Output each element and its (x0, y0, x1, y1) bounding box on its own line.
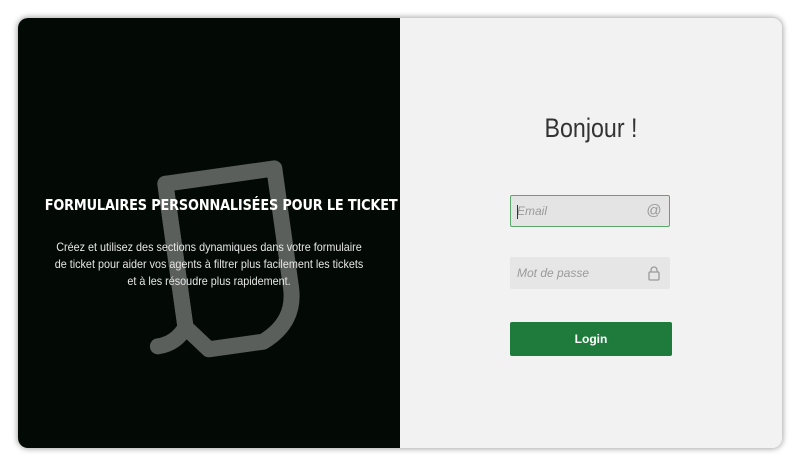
text-caret (517, 205, 518, 219)
email-input[interactable] (517, 196, 641, 226)
greeting-heading: Bonjour ! (544, 113, 638, 143)
password-field[interactable] (510, 257, 670, 289)
lock-icon (648, 266, 660, 281)
promo-title: FORMULAIRES PERSONNALISÉES POUR LE TICKE… (44, 196, 398, 214)
login-window: FORMULAIRES PERSONNALISÉES POUR LE TICKE… (18, 18, 782, 448)
promo-panel: FORMULAIRES PERSONNALISÉES POUR LE TICKE… (18, 18, 400, 448)
promo-description-line: et à les résoudre plus rapidement. (127, 274, 291, 288)
email-field[interactable]: @ (510, 195, 670, 227)
login-button[interactable]: Login (510, 322, 672, 356)
login-panel: Bonjour ! @ Login (400, 18, 782, 448)
password-input[interactable] (517, 258, 641, 288)
at-icon: @ (646, 202, 662, 219)
promo-description-line: Créez et utilisez des sections dynamique… (56, 240, 362, 254)
promo-description: Créez et utilisez des sections dynamique… (46, 239, 372, 290)
promo-description-line: de ticket pour aider vos agents à filtre… (54, 257, 364, 271)
